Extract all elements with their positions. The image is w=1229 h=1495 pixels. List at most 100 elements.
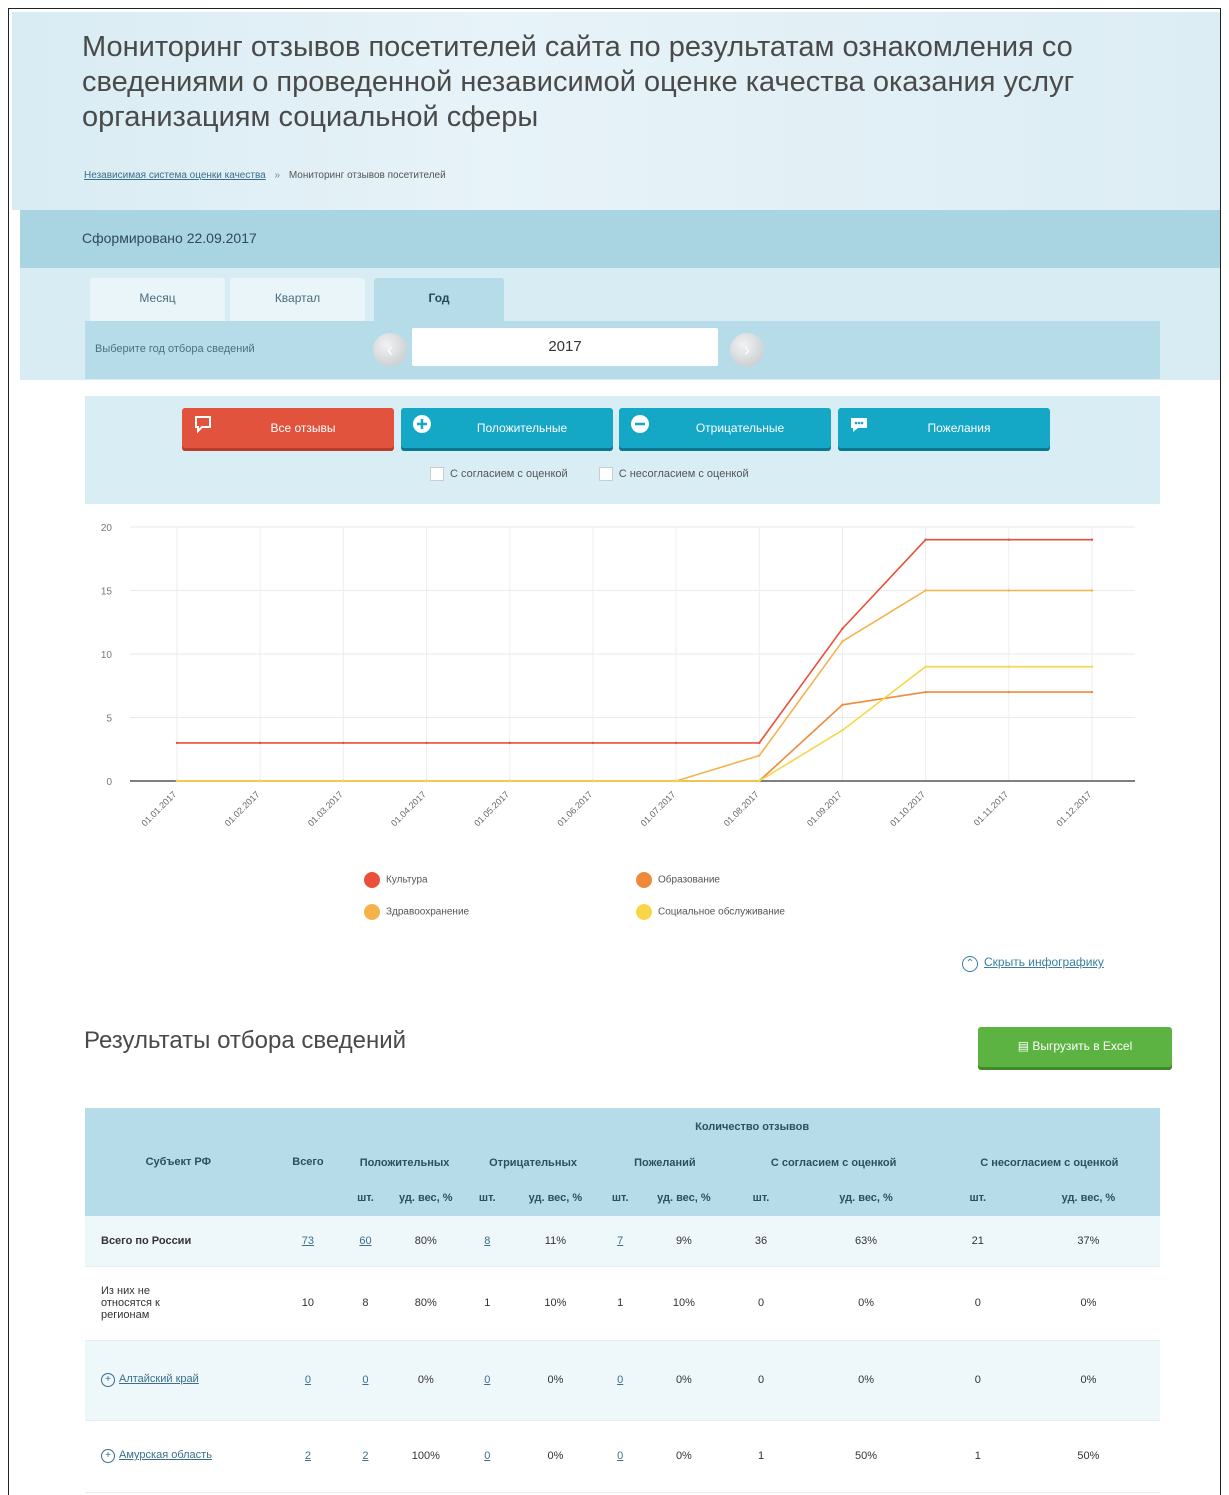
cell-link[interactable]: 0	[484, 1450, 490, 1462]
filter-all-label: Все отзывы	[270, 421, 336, 435]
subject-link[interactable]: Алтайский край	[119, 1373, 219, 1385]
cell-link[interactable]: 73	[302, 1235, 314, 1247]
filter-panel: Все отзывы Положительные Отрицательные П…	[85, 396, 1160, 504]
cell-link[interactable]: 0	[484, 1374, 490, 1386]
cell-value: 1	[484, 1297, 491, 1309]
breadcrumb-separator: »	[274, 170, 281, 181]
table-cell: 73	[271, 1216, 345, 1267]
data-point	[342, 779, 345, 783]
cell-link[interactable]: 2	[305, 1450, 311, 1462]
table-cell: 1	[464, 1266, 510, 1341]
y-tick-label: 0	[106, 777, 112, 788]
next-year-button[interactable]: ›	[730, 333, 764, 367]
checkbox-box[interactable]	[598, 467, 613, 481]
breadcrumb-root-link[interactable]: Независимая система оценки качества	[84, 170, 266, 181]
export-excel-button[interactable]: ▤ Выгрузить в Excel	[978, 1027, 1172, 1067]
table-cell: 100%	[386, 1420, 465, 1493]
x-tick-label: 01.10.2017	[888, 789, 927, 828]
table-cell: 0	[938, 1266, 1017, 1341]
cell-link[interactable]: 7	[617, 1235, 623, 1247]
subject-label: Из них не относятся к регионам	[101, 1285, 160, 1321]
legend-item-education[interactable]: Образование	[636, 872, 720, 888]
cell-value: 0	[974, 1374, 981, 1386]
cell-link[interactable]: 0	[617, 1450, 623, 1462]
cell-value: 0%	[675, 1450, 692, 1462]
table-cell: 0%	[793, 1266, 939, 1341]
tab-month[interactable]: Месяц	[90, 278, 225, 323]
cell-link[interactable]: 60	[359, 1235, 371, 1247]
page-title: Мониторинг отзывов посетителей сайта по …	[82, 31, 1075, 133]
data-point	[841, 703, 844, 706]
x-tick-label: 01.11.2017	[972, 789, 1010, 827]
header-unit-count: шт.	[938, 1180, 1017, 1216]
tab-quarter[interactable]: Квартал	[230, 278, 365, 323]
cell-link[interactable]: 2	[362, 1450, 368, 1462]
cell-value: 37%	[1077, 1234, 1100, 1247]
table-cell: 0	[271, 1340, 345, 1421]
header-group-disagree: С несогласием с оценкой	[938, 1146, 1160, 1180]
expand-icon[interactable]: +	[101, 1373, 115, 1387]
cell-link[interactable]: 0	[362, 1374, 368, 1386]
filter-wishes-button[interactable]: Пожелания	[838, 408, 1050, 448]
data-point	[508, 779, 511, 783]
expand-icon[interactable]: +	[101, 1449, 115, 1463]
data-point	[674, 779, 678, 783]
year-value[interactable]: 2017	[412, 328, 718, 366]
legend-dot-education	[636, 872, 652, 888]
table-row: Из них не относятся к регионам 10 8 80% 1 10%…	[85, 1266, 1160, 1341]
cell-link[interactable]: 0	[617, 1374, 623, 1386]
header-unit-count: шт.	[728, 1180, 794, 1216]
header-unit-count: шт.	[464, 1180, 510, 1216]
subject-link[interactable]: Амурская область	[119, 1449, 219, 1461]
cell-link[interactable]: 8	[484, 1235, 490, 1247]
header-unit-share: уд. вес, %	[1016, 1180, 1160, 1216]
x-tick-label: 01.04.2017	[389, 789, 428, 828]
table-cell: 7	[601, 1216, 640, 1267]
table-cell: 0%	[509, 1340, 602, 1421]
reviews-chart: 0 5 10 15 20 01.01.2017 01.02.2017 01.03.2017 01…	[85, 515, 1160, 850]
cell-value: 80%	[414, 1297, 437, 1309]
filter-negative-button[interactable]: Отрицательные	[619, 408, 831, 448]
agreement-filters: С согласием с оценкой С несогласием с оц…	[430, 467, 777, 481]
legend-item-social[interactable]: Социальное обслуживание	[636, 904, 785, 920]
agree-checkbox[interactable]: С согласием с оценкой	[430, 467, 568, 481]
legend-item-culture[interactable]: Культура	[364, 872, 428, 888]
table-cell: 0	[464, 1420, 510, 1493]
filter-positive-button[interactable]: Положительные	[401, 408, 613, 448]
table-cell: 8	[464, 1216, 510, 1267]
cell-value: 36	[754, 1234, 768, 1247]
table-cell: 9%	[639, 1216, 729, 1267]
y-tick-label: 10	[101, 650, 113, 661]
series-line-0	[177, 538, 1092, 744]
breadcrumb: Независимая система оценки качества » Мо…	[84, 170, 446, 181]
hide-infographic-link[interactable]: ⌃ Скрыть инфографику	[962, 955, 1104, 972]
table-cell: 10	[271, 1266, 345, 1341]
table-cell: 10%	[639, 1266, 729, 1341]
filter-all-button[interactable]: Все отзывы	[182, 408, 394, 448]
legend-dot-culture	[364, 872, 380, 888]
x-tick-label: 01.06.2017	[555, 789, 594, 828]
cell-value: 21	[971, 1234, 984, 1247]
cell-value: 11%	[544, 1234, 566, 1247]
data-point	[1090, 589, 1094, 592]
tab-year[interactable]: Год	[374, 278, 504, 323]
y-tick-label: 5	[106, 714, 112, 725]
table-cell: 0	[464, 1340, 510, 1421]
subject-label: Всего по России	[101, 1234, 192, 1247]
prev-year-button[interactable]: ‹	[373, 333, 407, 367]
series-line-3	[177, 665, 1092, 782]
plus-comment-icon	[411, 414, 433, 436]
results-title: Результаты отбора сведений	[84, 1027, 407, 1054]
legend-item-health[interactable]: Здравоохранение	[364, 904, 469, 920]
x-tick-label: 01.07.2017	[639, 789, 678, 828]
period-tabs-area: Месяц Квартал Год Выберите год отбора св…	[20, 268, 1220, 380]
cell-link[interactable]: 0	[305, 1374, 311, 1386]
table-cell: 0%	[386, 1340, 465, 1421]
cell-value: 0	[757, 1374, 765, 1386]
checkbox-box[interactable]	[430, 467, 444, 481]
x-tick-label: 01.12.2017	[1054, 789, 1093, 828]
disagree-checkbox[interactable]: С несогласием с оценкой	[598, 467, 749, 481]
chevron-right-icon: ›	[744, 340, 750, 360]
table-cell: 2	[271, 1420, 345, 1493]
data-point	[425, 741, 428, 745]
